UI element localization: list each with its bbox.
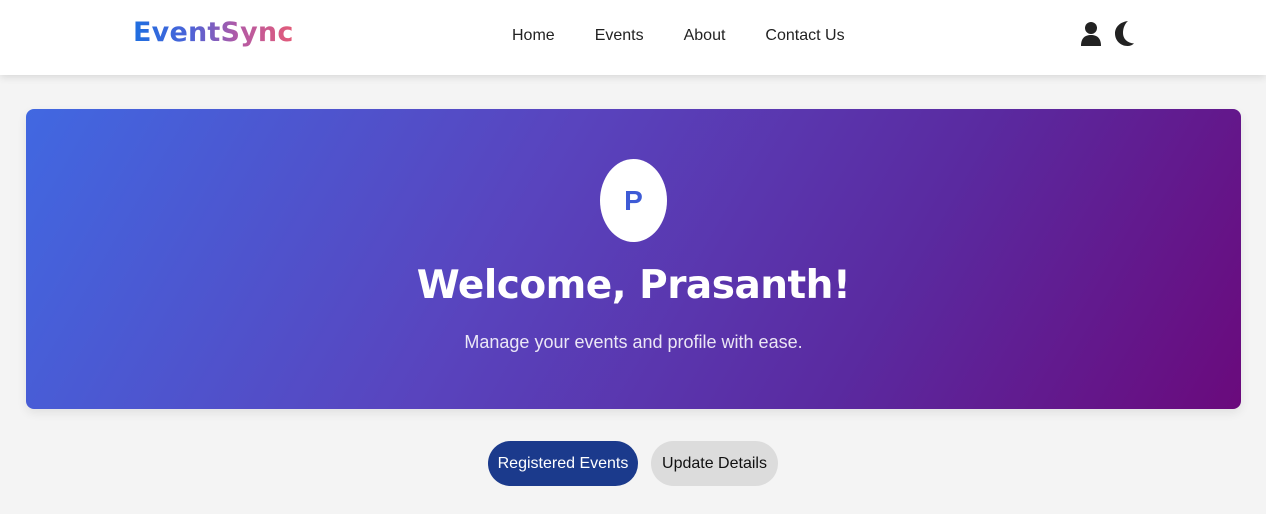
welcome-subtitle: Manage your events and profile with ease…	[464, 332, 803, 352]
avatar: P	[600, 159, 667, 242]
user-icon[interactable]	[1080, 21, 1102, 47]
update-details-button[interactable]: Update Details	[651, 441, 778, 486]
navbar: EventSync Home Events About Contact Us	[0, 0, 1266, 75]
moon-icon[interactable]	[1113, 20, 1135, 47]
welcome-heading: Welcome, Prasanth!	[416, 263, 851, 308]
nav-link-events[interactable]: Events	[595, 26, 644, 46]
nav-link-home[interactable]: Home	[512, 26, 555, 46]
brand-logo[interactable]: EventSync	[133, 17, 294, 48]
welcome-banner: P Welcome, Prasanth! Manage your events …	[26, 109, 1241, 409]
nav-links: Home Events About Contact Us	[512, 26, 845, 46]
nav-link-about[interactable]: About	[684, 26, 726, 46]
nav-link-contact[interactable]: Contact Us	[765, 26, 844, 46]
registered-events-button[interactable]: Registered Events	[488, 441, 638, 486]
